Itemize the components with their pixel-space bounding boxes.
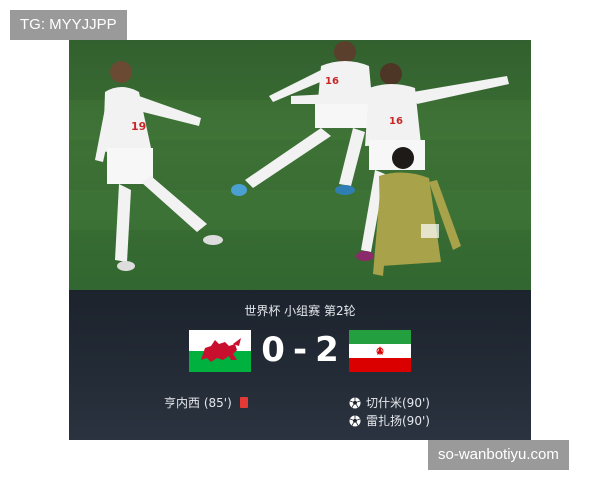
score-separator: -	[292, 330, 308, 370]
watermark-top: TG: MYYJJPP	[10, 10, 127, 40]
final-score: 0 - 2	[258, 326, 342, 374]
away-event-goal-1: 切什米(90')	[349, 394, 430, 411]
match-stage: 世界杯 小组赛 第2轮	[244, 304, 356, 318]
home-event-text: 亨内西 (85')	[164, 396, 232, 410]
match-card: 19 16 16 世界杯 小组赛 第2轮 0 - 2 亨内西 (85') 切什米…	[69, 40, 531, 440]
away-event-text-1: 切什米(90')	[366, 396, 430, 410]
jersey-number-19: 19	[131, 120, 146, 133]
soccer-ball-icon	[349, 415, 361, 426]
soccer-ball-icon	[349, 397, 361, 408]
away-event-goal-2: 雷扎扬(90')	[349, 412, 430, 429]
wales-flag-icon	[189, 330, 251, 372]
away-score: 2	[315, 330, 339, 370]
jersey-number-16b: 16	[389, 116, 403, 127]
celebration-photo: 19 16 16	[69, 40, 531, 290]
home-event-red-card: 亨内西 (85')	[164, 394, 248, 411]
away-event-text-2: 雷扎扬(90')	[366, 414, 430, 428]
scoreboard: 世界杯 小组赛 第2轮 0 - 2 亨内西 (85') 切什米(90') 雷扎扬…	[69, 290, 531, 440]
watermark-bottom: so-wanbotiyu.com	[428, 440, 569, 470]
home-score: 0	[261, 330, 285, 370]
jersey-number-16a: 16	[325, 76, 339, 87]
red-card-icon	[239, 397, 248, 408]
iran-flag-icon	[349, 330, 411, 372]
